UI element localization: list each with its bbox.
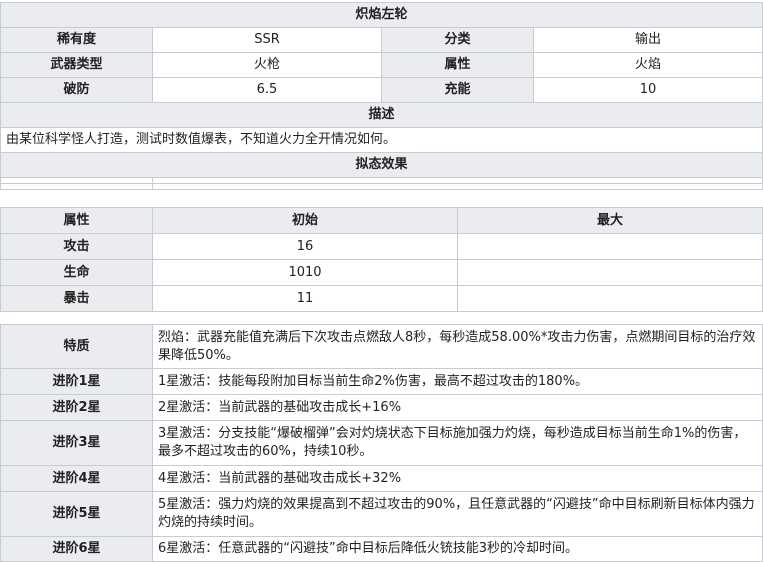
weapon-type-value: 火枪 bbox=[152, 52, 382, 78]
advance-3-star-label: 进阶3星 bbox=[0, 420, 153, 466]
element-value: 火焰 bbox=[532, 52, 763, 78]
weapon-name: 炽焰左轮 bbox=[0, 2, 763, 28]
stats-header-max: 最大 bbox=[457, 207, 763, 234]
category-label: 分类 bbox=[381, 27, 534, 53]
stat-name-crit: 暴击 bbox=[0, 285, 153, 312]
stat-initial-hp: 1010 bbox=[152, 259, 458, 286]
advance-5-star-text: 5星激活：强力灼烧的效果提高到不超过攻击的90%，且任意武器的“闪避技”命中目标… bbox=[152, 491, 763, 537]
charge-value: 10 bbox=[532, 77, 763, 103]
element-label: 属性 bbox=[381, 52, 534, 78]
advance-2-star-label: 进阶2星 bbox=[0, 394, 153, 421]
mimic-effect-empty-label bbox=[0, 183, 153, 190]
advance-3-star-text: 3星激活：分支技能“爆破榴弹”会对灼烧状态下目标施加强力灼烧，每秒造成目标当前生… bbox=[152, 420, 763, 466]
category-value: 输出 bbox=[532, 27, 763, 53]
stats-table: 属性 初始 最大 攻击 16 生命 1010 暴击 11 bbox=[0, 207, 763, 312]
rarity-label: 稀有度 bbox=[0, 27, 153, 53]
mimic-effect-empty-value bbox=[151, 183, 763, 190]
weapon-type-label: 武器类型 bbox=[0, 52, 153, 78]
advance-5-star-label: 进阶5星 bbox=[0, 491, 153, 537]
description-header: 描述 bbox=[0, 102, 763, 128]
advance-6-star-text: 6星激活：任意武器的“闪避技”命中目标后降低火铳技能3秒的冷却时间。 bbox=[152, 536, 763, 562]
charge-label: 充能 bbox=[381, 77, 534, 103]
advance-4-star-text: 4星激活：当前武器的基础攻击成长+32% bbox=[152, 465, 763, 492]
advance-4-star-label: 进阶4星 bbox=[0, 465, 153, 492]
stat-max-hp bbox=[457, 259, 763, 286]
rarity-value: SSR bbox=[152, 27, 382, 53]
stat-initial-crit: 11 bbox=[152, 285, 458, 312]
advance-2-star-text: 2星激活：当前武器的基础攻击成长+16% bbox=[152, 394, 763, 421]
traits-table: 特质 烈焰：武器充能值充满后下次攻击点燃敌人8秒，每秒造成58.00%*攻击力伤… bbox=[0, 324, 763, 562]
stat-initial-attack: 16 bbox=[152, 233, 458, 260]
stat-max-attack bbox=[457, 233, 763, 260]
stat-max-crit bbox=[457, 285, 763, 312]
trait-label: 特质 bbox=[0, 324, 153, 369]
stat-name-attack: 攻击 bbox=[0, 233, 153, 260]
mimic-effect-header: 拟态效果 bbox=[0, 152, 763, 178]
description-text: 由某位科学怪人打造，测试时数值爆表，不知道火力全开情况如何。 bbox=[0, 127, 763, 153]
advance-1-star-text: 1星激活：技能每段附加目标当前生命2%伤害，最高不超过攻击的180%。 bbox=[152, 368, 763, 395]
stats-header-attribute: 属性 bbox=[0, 207, 153, 234]
trait-text: 烈焰：武器充能值充满后下次攻击点燃敌人8秒，每秒造成58.00%*攻击力伤害，点… bbox=[152, 324, 763, 369]
stats-header-initial: 初始 bbox=[152, 207, 458, 234]
armor-break-value: 6.5 bbox=[152, 77, 382, 103]
advance-1-star-label: 进阶1星 bbox=[0, 368, 153, 395]
armor-break-label: 破防 bbox=[0, 77, 153, 103]
advance-6-star-label: 进阶6星 bbox=[0, 536, 153, 562]
weapon-info-table: 炽焰左轮 稀有度 SSR 分类 输出 武器类型 火枪 属性 火焰 破防 6.5 … bbox=[0, 2, 763, 190]
stat-name-hp: 生命 bbox=[0, 259, 153, 286]
